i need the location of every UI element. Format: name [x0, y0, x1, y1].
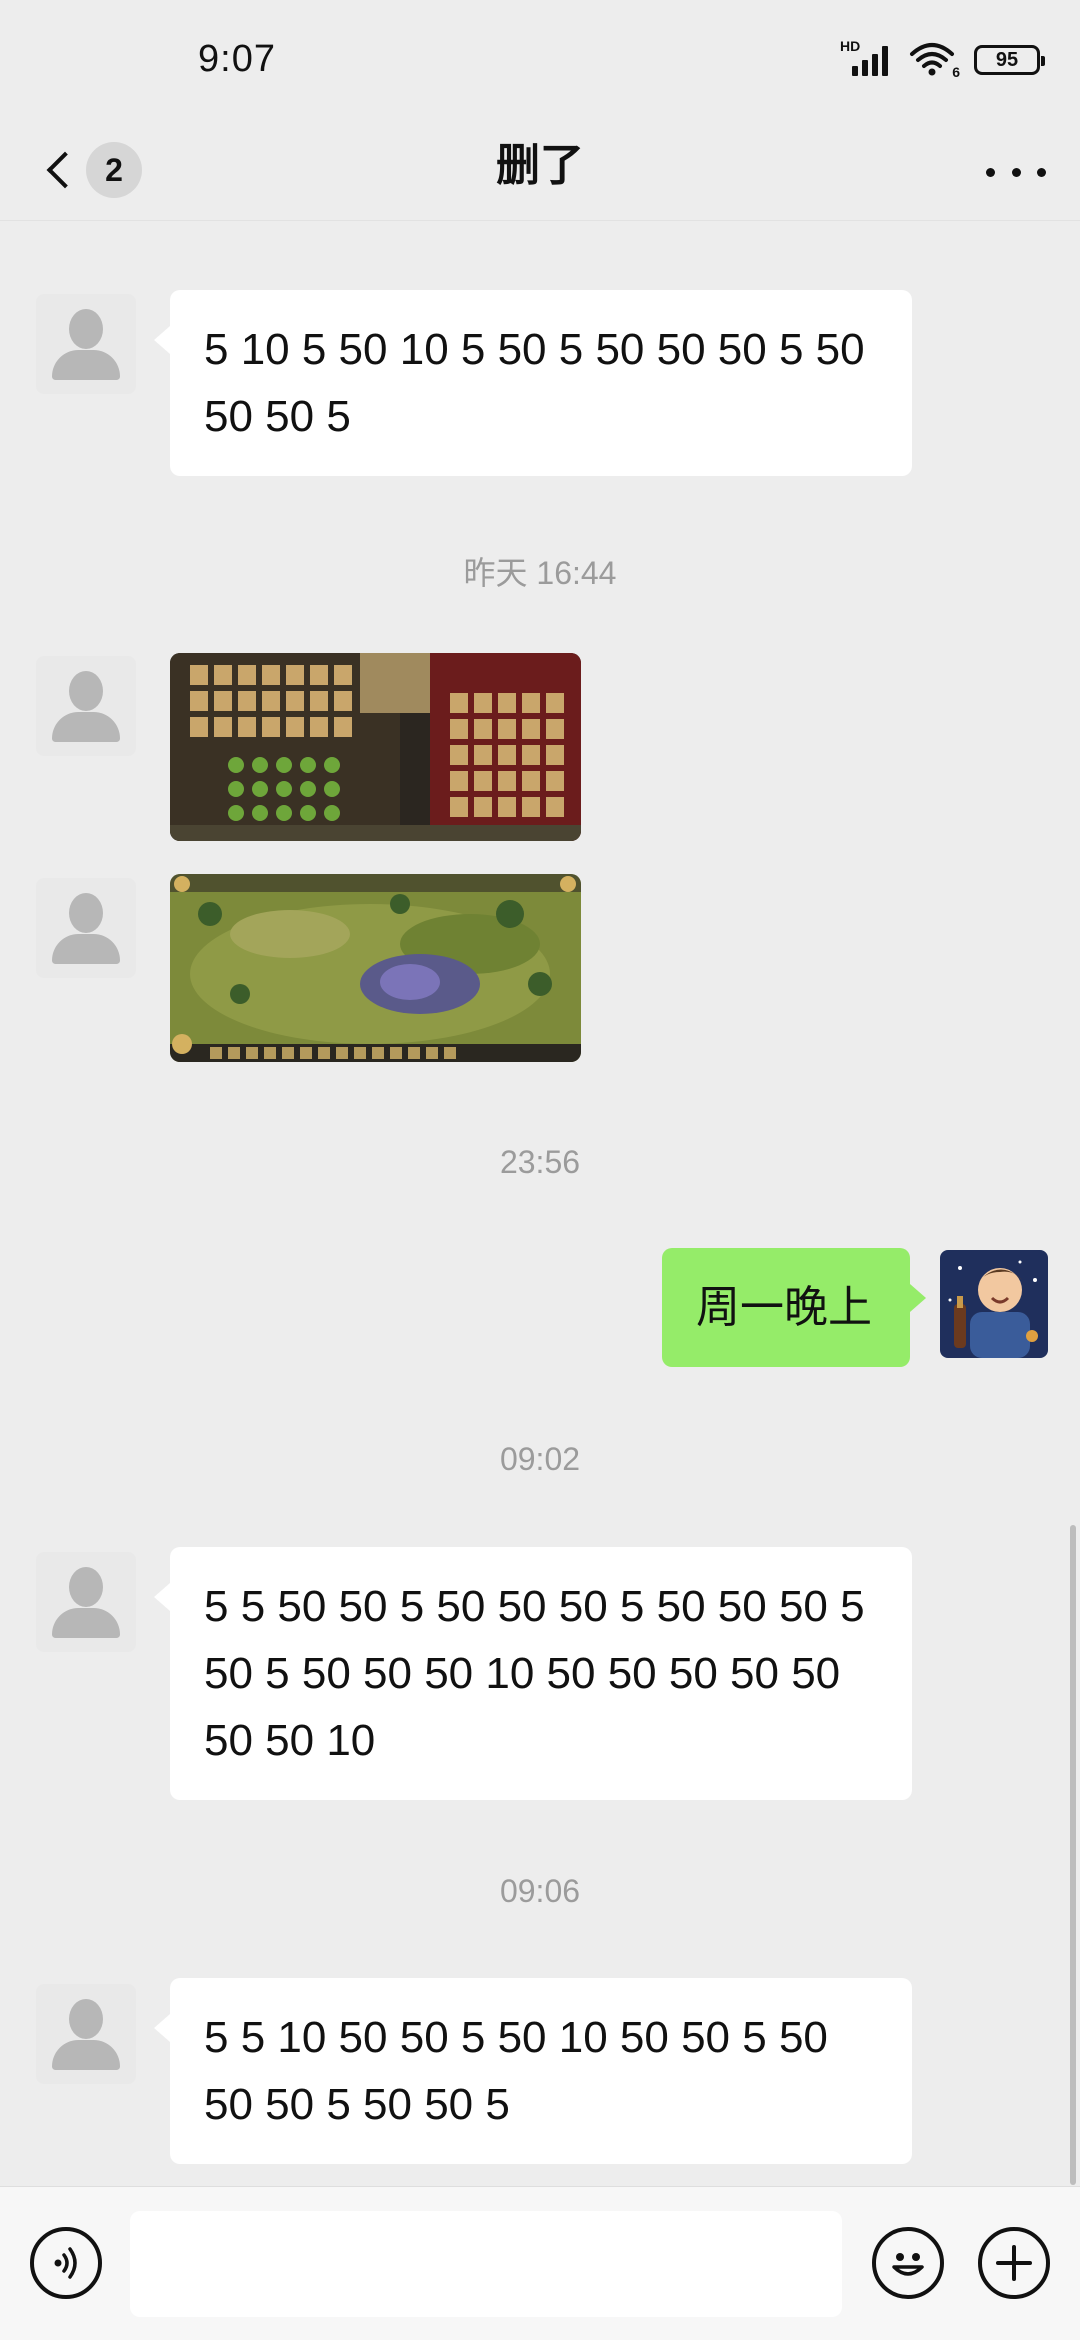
- header-divider: [0, 220, 1080, 221]
- status-time: 9:07: [198, 38, 276, 80]
- voice-icon[interactable]: [30, 2227, 102, 2299]
- battery-icon: 95: [974, 45, 1045, 75]
- contact-avatar[interactable]: [36, 878, 136, 978]
- timestamp: 09:02: [499, 1441, 581, 1477]
- status-icons: HD 6 95: [840, 38, 1045, 80]
- game-inventory-image-icon[interactable]: [170, 653, 581, 841]
- input-bar: [0, 2186, 1080, 2340]
- message-input[interactable]: [130, 2211, 842, 2317]
- chat-title: 删了: [496, 141, 584, 190]
- timestamp: 23:56: [499, 1144, 581, 1180]
- more-options-icon[interactable]: [986, 142, 1046, 202]
- wifi-label: 6: [952, 64, 960, 80]
- status-bar: 9:07 HD 6 95: [0, 0, 1080, 120]
- game-battlefield-image-icon[interactable]: [170, 874, 581, 1062]
- contact-avatar[interactable]: [36, 656, 136, 756]
- contact-avatar[interactable]: [36, 1984, 136, 2084]
- plus-icon[interactable]: [978, 2227, 1050, 2299]
- timestamp: 09:06: [499, 1873, 581, 1909]
- cellular-signal-icon: HD: [840, 38, 894, 80]
- wifi-icon: 6: [908, 40, 960, 80]
- message-text: 周一晚上: [696, 1283, 872, 1332]
- contact-avatar[interactable]: [36, 294, 136, 394]
- my-avatar[interactable]: [940, 1250, 1048, 1358]
- message-text: 5 5 10 50 50 5 50 10 50 50 5 50 50 50 5 …: [204, 2013, 828, 2129]
- emoji-icon[interactable]: [872, 2227, 944, 2299]
- battery-level: 95: [995, 48, 1019, 71]
- timestamp: 昨天 16:44: [463, 555, 617, 591]
- message-bubble[interactable]: 周一晚上: [662, 1248, 926, 1367]
- message-text: 5 5 50 50 5 50 50 50 5 50 50 50 5 50 5 5…: [204, 1582, 865, 1765]
- message-bubble[interactable]: 5 5 50 50 5 50 50 50 5 50 50 50 5 50 5 5…: [154, 1547, 912, 1800]
- message-text: 5 10 5 50 10 5 50 5 50 50 50 5 50 50 50 …: [204, 325, 865, 441]
- chat-header: 2 删了: [0, 120, 1080, 220]
- scrollbar[interactable]: [1070, 1525, 1076, 2185]
- message-bubble[interactable]: 5 10 5 50 10 5 50 5 50 50 50 5 50 50 50 …: [154, 290, 912, 476]
- message-bubble[interactable]: 5 5 10 50 50 5 50 10 50 50 5 50 50 50 5 …: [154, 1978, 912, 2164]
- contact-avatar[interactable]: [36, 1552, 136, 1652]
